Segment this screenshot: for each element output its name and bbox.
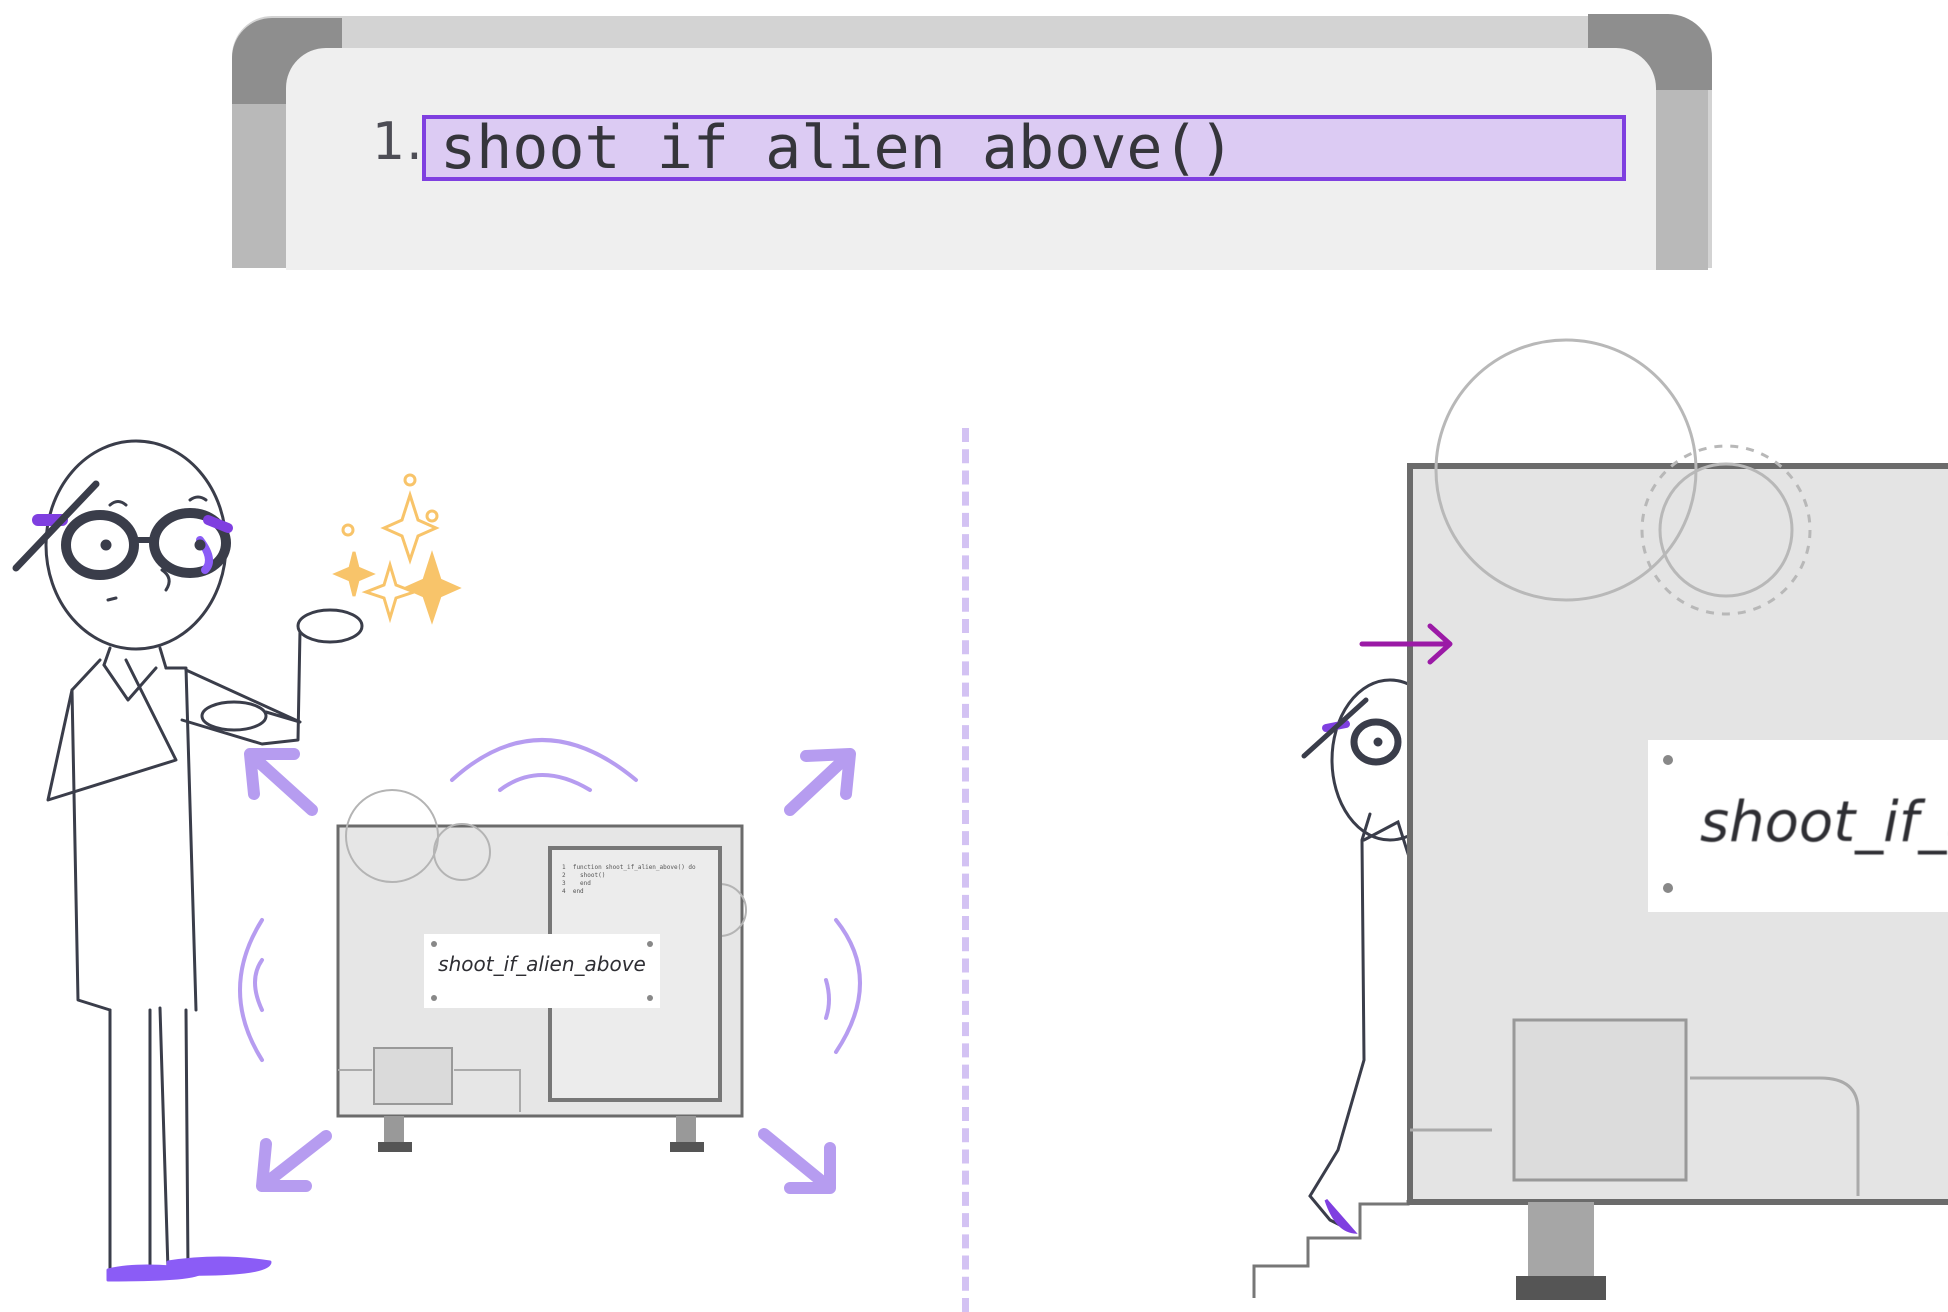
code-line: 1 function shoot_if_alien_above() do [562, 864, 696, 871]
illustration: 1. shoot_if_alien_above() shoot_if_alien… [0, 0, 1948, 1312]
code-line: 2 shoot() [562, 872, 606, 879]
code-line: 3 end [562, 880, 591, 887]
small-machine-code: 1 function shoot_if_alien_above() do 2 s… [562, 864, 712, 896]
code-line: 4 end [562, 888, 584, 895]
drawing-canvas [12, 338, 1948, 1300]
arrow-right-icon [1359, 623, 1453, 665]
sparkles [332, 473, 462, 625]
small-machine-label: shoot_if_alien_above [438, 952, 646, 976]
large-machine-label: shoot_if_a [1700, 790, 1948, 855]
